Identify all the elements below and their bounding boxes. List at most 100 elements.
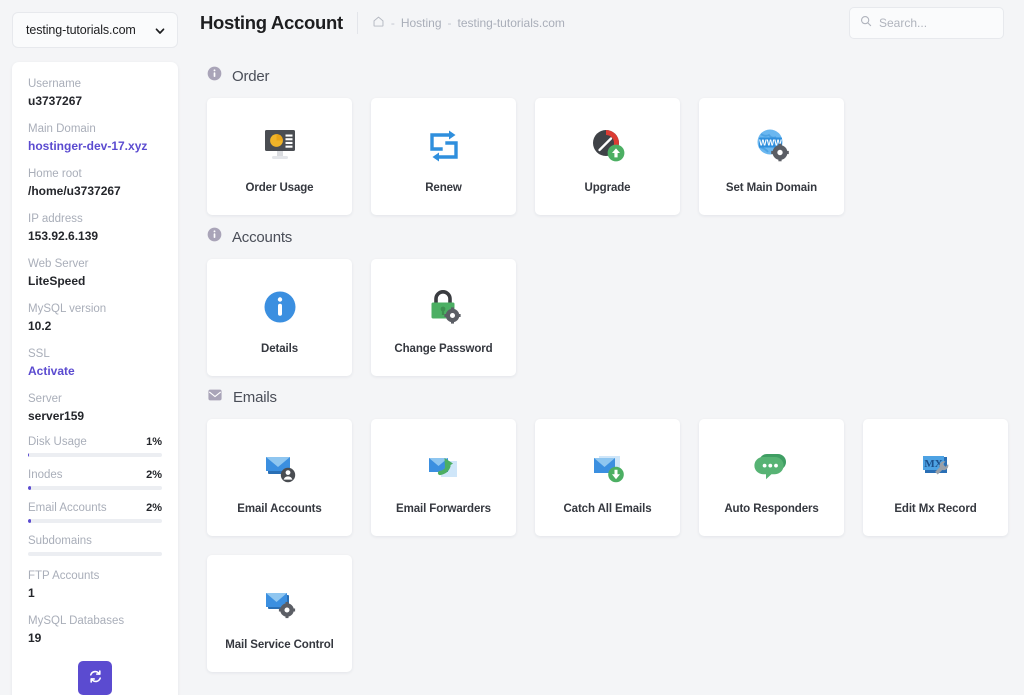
- section-order: Order Order Usage Renew Upgrade WWW Set …: [190, 54, 1024, 215]
- monitor-pie-chart-icon: [257, 120, 303, 172]
- card-order-usage[interactable]: Order Usage: [207, 98, 352, 215]
- card-set-main-domain[interactable]: WWW Set Main Domain: [699, 98, 844, 215]
- domain-selector-value: testing-tutorials.com: [26, 23, 136, 37]
- renew-loop-icon: [422, 120, 466, 172]
- meter-label: Disk Usage: [28, 436, 87, 448]
- card-label: Email Forwarders: [396, 502, 491, 515]
- meter-inodes: Inodes 2%: [28, 469, 162, 490]
- card-label: Change Password: [394, 342, 493, 355]
- section-header: Accounts: [190, 215, 1024, 259]
- progress-bar: [28, 486, 162, 490]
- card-label: Email Accounts: [237, 502, 322, 515]
- breadcrumb-separator: -: [447, 16, 452, 30]
- card-change-password[interactable]: Change Password: [371, 259, 516, 376]
- search-icon: [860, 14, 872, 32]
- refresh-button[interactable]: [78, 661, 112, 695]
- refresh-icon: [88, 669, 103, 687]
- counter-label: FTP Accounts: [28, 570, 100, 582]
- card-upgrade[interactable]: Upgrade: [535, 98, 680, 215]
- meter-label: Inodes: [28, 469, 63, 481]
- ssl-activate-link[interactable]: Activate: [28, 363, 162, 380]
- field-username: Username u3737267: [28, 76, 162, 110]
- main-area: Hosting Account - Hosting - testing-tuto…: [190, 0, 1024, 695]
- field-server: Server server159: [28, 391, 162, 425]
- card-label: Details: [260, 342, 298, 355]
- progress-bar: [28, 552, 162, 556]
- domain-selector[interactable]: testing-tutorials.com: [12, 12, 178, 48]
- meter-percent: 2%: [146, 502, 162, 514]
- card-auto-responders[interactable]: Auto Responders: [699, 419, 844, 536]
- hosting-panel: testing-tutorials.com Username u3737267 …: [0, 0, 1024, 695]
- envelope-forward-icon: [421, 441, 467, 493]
- chat-bubbles-icon: [750, 441, 794, 493]
- card-label: Renew: [425, 181, 462, 194]
- field-value: LiteSpeed: [28, 274, 86, 288]
- home-icon[interactable]: [372, 15, 385, 31]
- field-web-server: Web Server LiteSpeed: [28, 256, 162, 290]
- meter-label: Subdomains: [28, 535, 92, 547]
- field-label: Main Domain: [28, 123, 96, 135]
- meter-disk-usage: Disk Usage 1%: [28, 436, 162, 457]
- divider: [356, 12, 358, 34]
- breadcrumb: - Hosting - testing-tutorials.com: [372, 15, 565, 31]
- field-value: u3737267: [28, 94, 83, 108]
- card-label: Auto Responders: [724, 502, 819, 515]
- field-label: MySQL version: [28, 303, 107, 315]
- card-email-forwarders[interactable]: Email Forwarders: [371, 419, 516, 536]
- refresh-row: [28, 661, 162, 695]
- counter-ftp-accounts: FTP Accounts 1: [28, 568, 162, 602]
- padlock-gear-icon: [422, 281, 466, 333]
- card-grid: Email Accounts Email Forwarders Catch Al…: [190, 419, 1024, 672]
- search-box[interactable]: [849, 7, 1004, 39]
- section-title: Order: [232, 67, 270, 85]
- field-main-domain: Main Domain hostinger-dev-17.xyz: [28, 121, 162, 155]
- card-catch-all-emails[interactable]: Catch All Emails: [535, 419, 680, 536]
- section-header: Emails: [190, 376, 1024, 419]
- info-circle-icon: [207, 66, 222, 86]
- section-emails: Emails Email Accounts Email Forwarders C…: [190, 376, 1024, 672]
- speedometer-upgrade-icon: [586, 120, 630, 172]
- meter-email-accounts: Email Accounts 2%: [28, 502, 162, 523]
- field-label: IP address: [28, 213, 83, 225]
- main-domain-link[interactable]: hostinger-dev-17.xyz: [28, 138, 162, 155]
- breadcrumb-item-domain[interactable]: testing-tutorials.com: [458, 16, 565, 30]
- section-title: Emails: [233, 389, 277, 406]
- envelope-download-icon: [585, 441, 631, 493]
- card-renew[interactable]: Renew: [371, 98, 516, 215]
- field-ssl: SSL Activate: [28, 346, 162, 380]
- mx-wrench-icon: MX: [913, 441, 959, 493]
- envelope-gear-icon: [257, 577, 303, 629]
- card-email-accounts[interactable]: Email Accounts: [207, 419, 352, 536]
- envelope-user-icon: [257, 441, 303, 493]
- card-mail-service-control[interactable]: Mail Service Control: [207, 555, 352, 672]
- page-title: Hosting Account: [200, 12, 343, 33]
- card-grid: Details Change Password: [190, 259, 1024, 376]
- field-label: Web Server: [28, 258, 89, 270]
- card-grid: Order Usage Renew Upgrade WWW Set Main D…: [190, 98, 1024, 215]
- sidebar: testing-tutorials.com Username u3737267 …: [0, 0, 190, 695]
- globe-www-gear-icon: WWW: [749, 120, 795, 172]
- meter-percent: 1%: [146, 436, 162, 448]
- top-bar: Hosting Account - Hosting - testing-tuto…: [190, 0, 1024, 46]
- info-blue-circle-icon: [260, 281, 300, 333]
- search-input[interactable]: [879, 16, 993, 30]
- breadcrumb-item-hosting[interactable]: Hosting: [401, 16, 442, 30]
- field-label: Server: [28, 393, 62, 405]
- card-label: Upgrade: [584, 181, 631, 194]
- card-edit-mx-record[interactable]: MX Edit Mx Record: [863, 419, 1008, 536]
- card-details[interactable]: Details: [207, 259, 352, 376]
- meter-label: Email Accounts: [28, 502, 107, 514]
- envelope-icon: [207, 388, 223, 407]
- field-label: Username: [28, 78, 82, 90]
- card-label: Mail Service Control: [225, 638, 334, 651]
- field-label: Home root: [28, 168, 82, 180]
- field-value: server159: [28, 409, 85, 423]
- field-mysql-version: MySQL version 10.2: [28, 301, 162, 335]
- section-title: Accounts: [232, 228, 293, 246]
- counter-value: 1: [28, 586, 35, 600]
- section-header: Order: [190, 54, 1024, 98]
- field-value: /home/u3737267: [28, 184, 121, 198]
- field-label: SSL: [28, 348, 50, 360]
- card-label: Edit Mx Record: [894, 502, 977, 515]
- account-info-card: Username u3737267 Main Domain hostinger-…: [12, 62, 178, 695]
